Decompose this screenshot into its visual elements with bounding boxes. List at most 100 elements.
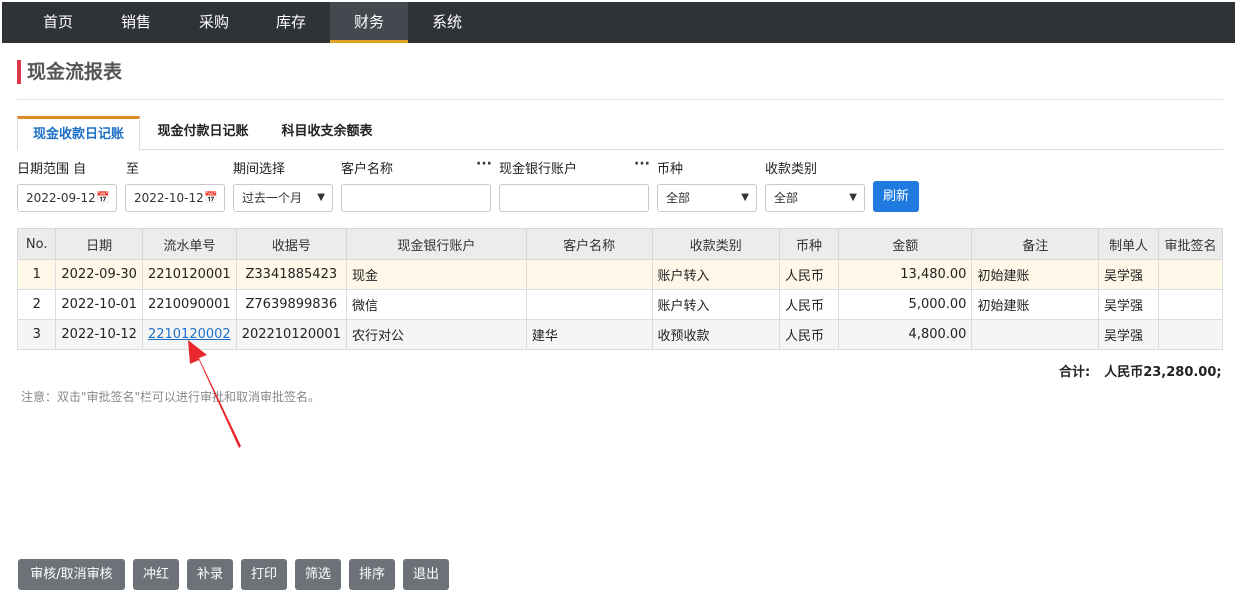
cash-journal-table: No. 日期 流水单号 收据号 现金银行账户 客户名称 收款类别 币种 金额 备… xyxy=(16,228,1223,350)
table-header-row: No. 日期 流水单号 收据号 现金银行账户 客户名称 收款类别 币种 金额 备… xyxy=(16,228,1223,260)
nav-item-purchase[interactable]: 采购 xyxy=(175,2,253,43)
total-summary: 合计: 人民币23,280.00; xyxy=(1059,361,1222,380)
customer-input[interactable] xyxy=(341,184,491,212)
cell-approval[interactable] xyxy=(1158,259,1223,290)
cell-customer: 建华 xyxy=(525,319,653,350)
refresh-button[interactable]: 刷新 xyxy=(873,181,919,212)
account-input[interactable] xyxy=(499,184,649,212)
tab-subject-balance-table[interactable]: 科目收支余额表 xyxy=(267,116,387,150)
chevron-down-icon: ▼ xyxy=(317,192,325,203)
supplement-entry-button[interactable]: 补录 xyxy=(187,559,233,590)
cell-remark xyxy=(971,319,1100,350)
cell-no: 3 xyxy=(16,319,57,350)
nav-item-inventory[interactable]: 库存 xyxy=(252,2,330,43)
customer-label: 客户名称 xyxy=(341,162,394,177)
account-picker-button[interactable]: ··· xyxy=(634,156,650,172)
date-to-label: 至 xyxy=(126,162,140,177)
period-select-value: 过去一个月 xyxy=(242,191,303,205)
tab-cash-payment-journal[interactable]: 现金付款日记账 xyxy=(143,116,263,150)
cell-amount: 5,000.00 xyxy=(838,289,973,320)
reverse-entry-button[interactable]: 冲红 xyxy=(133,559,179,590)
chevron-down-icon: ▼ xyxy=(849,192,857,203)
category-label: 收款类别 xyxy=(765,162,818,177)
cell-maker: 吴学强 xyxy=(1098,289,1160,320)
currency-select-value: 全部 xyxy=(666,191,691,205)
cell-remark: 初始建账 xyxy=(971,259,1100,290)
cell-approval[interactable] xyxy=(1158,319,1223,350)
cell-no: 1 xyxy=(16,259,57,290)
category-select[interactable]: 全部 ▼ xyxy=(765,184,865,212)
cell-category: 账户转入 xyxy=(651,289,781,320)
period-select[interactable]: 过去一个月 ▼ xyxy=(233,184,333,212)
cell-date: 2022-10-12 xyxy=(55,319,143,350)
cell-category: 收预收款 xyxy=(651,319,781,350)
cell-category: 账户转入 xyxy=(651,259,781,290)
cell-currency: 人民币 xyxy=(779,289,840,320)
nav-item-sales[interactable]: 销售 xyxy=(97,2,175,43)
cell-date: 2022-09-30 xyxy=(55,259,143,290)
table-row[interactable]: 1 2022-09-30 2210120001 Z3341885423 现金 账… xyxy=(16,259,1223,290)
table-row[interactable]: 3 2022-10-12 2210120002 202210120001 农行对… xyxy=(16,319,1223,350)
cell-date: 2022-10-01 xyxy=(55,289,143,320)
title-divider xyxy=(17,99,1223,100)
cell-currency: 人民币 xyxy=(779,319,840,350)
date-to-input[interactable]: 2022-10-12 📅 xyxy=(125,184,225,212)
approval-note: 注意：双击"审批签名"栏可以进行审批和取消审批签名。 xyxy=(21,390,321,404)
currency-label: 币种 xyxy=(657,162,684,177)
cell-receipt: Z3341885423 xyxy=(235,259,347,290)
column-header[interactable]: 审批签名 xyxy=(1158,228,1223,260)
column-header[interactable]: 收款类别 xyxy=(651,228,781,260)
date-to-value: 2022-10-12 xyxy=(134,191,204,205)
column-header[interactable]: 备注 xyxy=(971,228,1100,260)
column-header[interactable]: 客户名称 xyxy=(525,228,653,260)
top-nav-bar: 首页 销售 采购 库存 财务 系统 xyxy=(2,2,1235,43)
total-value: 人民币23,280.00; xyxy=(1104,365,1222,380)
report-tabs: 现金收款日记账 现金付款日记账 科目收支余额表 xyxy=(17,116,1223,151)
calendar-icon[interactable]: 📅 xyxy=(96,185,110,211)
cell-serial: 2210120001 xyxy=(141,259,237,290)
exit-button[interactable]: 退出 xyxy=(403,559,449,590)
customer-picker-button[interactable]: ··· xyxy=(476,156,492,172)
column-header[interactable]: 流水单号 xyxy=(141,228,237,260)
cell-account: 现金 xyxy=(345,259,527,290)
cell-remark: 初始建账 xyxy=(971,289,1100,320)
print-button[interactable]: 打印 xyxy=(241,559,287,590)
sort-button[interactable]: 排序 xyxy=(349,559,395,590)
table-row[interactable]: 2 2022-10-01 2210090001 Z7639899836 微信 账… xyxy=(16,289,1223,320)
cell-serial: 2210090001 xyxy=(141,289,237,320)
cell-maker: 吴学强 xyxy=(1098,319,1160,350)
column-header[interactable]: 现金银行账户 xyxy=(345,228,527,260)
cell-amount: 4,800.00 xyxy=(838,319,973,350)
cell-maker: 吴学强 xyxy=(1098,259,1160,290)
column-header[interactable]: 日期 xyxy=(55,228,143,260)
chevron-down-icon: ▼ xyxy=(741,192,749,203)
cell-customer xyxy=(525,289,653,320)
cell-account: 农行对公 xyxy=(345,319,527,350)
category-select-value: 全部 xyxy=(774,191,799,205)
cell-amount: 13,480.00 xyxy=(838,259,973,290)
nav-item-home[interactable]: 首页 xyxy=(19,2,97,43)
filter-button[interactable]: 筛选 xyxy=(295,559,341,590)
currency-select[interactable]: 全部 ▼ xyxy=(657,184,757,212)
column-header[interactable]: 币种 xyxy=(779,228,840,260)
column-header[interactable]: 制单人 xyxy=(1098,228,1160,260)
tab-cash-receipt-journal[interactable]: 现金收款日记账 xyxy=(17,116,140,151)
cell-serial[interactable]: 2210120002 xyxy=(141,319,237,350)
calendar-icon[interactable]: 📅 xyxy=(204,185,218,211)
period-label: 期间选择 xyxy=(233,162,286,177)
column-header[interactable]: No. xyxy=(16,228,57,260)
cell-approval[interactable] xyxy=(1158,289,1223,320)
serial-number-link[interactable]: 2210120002 xyxy=(148,327,231,342)
nav-item-system[interactable]: 系统 xyxy=(408,2,486,43)
date-from-value: 2022-09-12 xyxy=(26,191,96,205)
cell-customer xyxy=(525,259,653,290)
cell-no: 2 xyxy=(16,289,57,320)
nav-item-finance[interactable]: 财务 xyxy=(330,2,408,43)
date-from-input[interactable]: 2022-09-12 📅 xyxy=(17,184,117,212)
cell-receipt: 202210120001 xyxy=(235,319,347,350)
column-header[interactable]: 收据号 xyxy=(235,228,347,260)
cell-account: 微信 xyxy=(345,289,527,320)
column-header[interactable]: 金额 xyxy=(838,228,973,260)
approve-toggle-button[interactable]: 审核/取消审核 xyxy=(18,559,125,590)
cell-receipt: Z7639899836 xyxy=(235,289,347,320)
